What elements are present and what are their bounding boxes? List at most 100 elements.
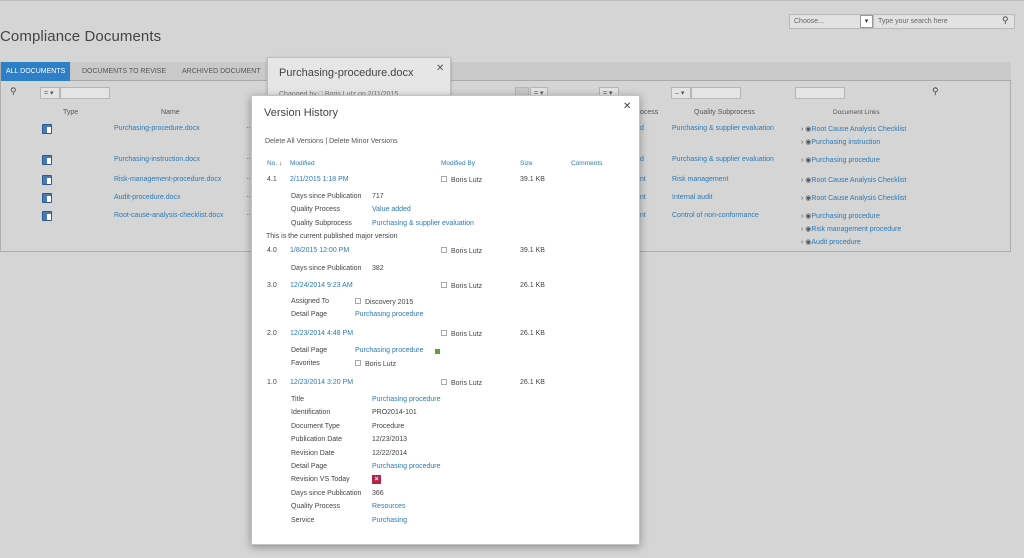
quality-process-link[interactable]: nt <box>640 194 646 201</box>
document-name-link[interactable]: Purchasing-procedure.docx <box>114 125 200 132</box>
tab-archived-documents[interactable]: ARCHIVED DOCUMENT <box>177 62 266 81</box>
column-header-quality-subprocess[interactable]: Quality Subprocess <box>694 109 755 116</box>
header-size[interactable]: Size <box>520 160 533 167</box>
property-value[interactable]: Purchasing procedure <box>355 347 424 354</box>
document-name-link[interactable]: Audit-procedure.docx <box>114 194 181 201</box>
column-header-quality-process[interactable]: ocess <box>640 109 658 116</box>
modified-by-name[interactable]: Boris Lutz <box>451 248 482 255</box>
search-icon[interactable]: ⚲ <box>932 86 939 97</box>
page-title: Compliance Documents <box>0 28 162 45</box>
property-label: Title <box>291 396 304 403</box>
quality-process-link[interactable]: nt <box>640 212 646 219</box>
quality-subprocess-link[interactable]: Risk management <box>672 176 728 183</box>
filter-input[interactable] <box>60 87 110 99</box>
document-link-label[interactable]: Risk management procedure <box>811 226 901 233</box>
column-header-name[interactable]: Name <box>161 109 180 116</box>
delete-all-versions-link[interactable]: Delete All Versions <box>265 138 323 145</box>
property-value[interactable]: Discovery 2015 <box>365 299 413 306</box>
user-presence-icon <box>355 360 361 366</box>
property-label: Quality Process <box>291 503 341 510</box>
version-date-link[interactable]: 2/11/2015 1:18 PM <box>290 176 349 183</box>
column-header-type[interactable]: Type <box>63 109 78 116</box>
property-value[interactable]: Purchasing procedure <box>355 311 424 318</box>
search-input[interactable]: Type your search here <box>873 14 1015 29</box>
delete-minor-versions-link[interactable]: Delete Minor Versions <box>329 138 397 145</box>
version-date-link[interactable]: 12/24/2014 9:23 AM <box>290 282 353 289</box>
property-value[interactable]: Purchasing & supplier evaluation <box>372 220 474 227</box>
column-header-document-links[interactable]: Document Links <box>833 109 880 116</box>
tab-documents-to-revise[interactable]: DOCUMENTS TO REVISE <box>77 62 171 81</box>
word-document-icon[interactable] <box>42 193 52 203</box>
header-modified-by[interactable]: Modified By <box>441 160 475 167</box>
version-date-link[interactable]: 12/23/2014 4:48 PM <box>290 330 353 337</box>
document-link-item[interactable]: › ◉Root Cause Analysis Checklist <box>801 194 906 202</box>
document-link-label[interactable]: Root Cause Analysis Checklist <box>811 126 906 133</box>
filter-input[interactable] <box>691 87 741 99</box>
quality-subprocess-link[interactable]: Control of non-conformance <box>672 212 759 219</box>
document-name-link[interactable]: Root-cause-analysis-checklist.docx <box>114 212 223 219</box>
document-link-label[interactable]: Audit procedure <box>811 239 860 246</box>
property-label: Identification <box>291 409 331 416</box>
version-date-link[interactable]: 12/23/2014 3:20 PM <box>290 379 353 386</box>
word-document-icon[interactable] <box>42 211 52 221</box>
document-link-item[interactable]: ‹ ◉Audit procedure <box>801 238 861 246</box>
close-icon[interactable]: ✕ <box>436 63 444 74</box>
property-value[interactable]: Purchasing procedure <box>372 463 441 470</box>
word-document-icon[interactable] <box>42 155 52 165</box>
document-link-item[interactable]: › ◉Root Cause Analysis Checklist <box>801 176 906 184</box>
user-presence-icon <box>441 282 447 288</box>
property-value: PRO2014-101 <box>372 409 417 416</box>
document-link-label[interactable]: Root Cause Analysis Checklist <box>811 195 906 202</box>
document-link-label[interactable]: Purchasing instruction <box>811 139 880 146</box>
modified-by-name[interactable]: Boris Lutz <box>451 380 482 387</box>
tab-all-documents[interactable]: ALL DOCUMENTS <box>1 62 71 81</box>
property-value: 12/22/2014 <box>372 450 408 457</box>
document-link-label[interactable]: Purchasing procedure <box>811 213 880 220</box>
quality-subprocess-link[interactable]: Internal audit <box>672 194 712 201</box>
quality-subprocess-link[interactable]: Purchasing & supplier evaluation <box>672 125 774 132</box>
word-document-icon[interactable] <box>42 175 52 185</box>
document-link-item[interactable]: ‹ ◉Risk management procedure <box>801 225 901 233</box>
close-icon[interactable]: ✕ <box>623 101 631 112</box>
property-value[interactable]: Resources <box>372 503 405 510</box>
property-value: 366 <box>372 490 384 497</box>
property-label: Assigned To <box>291 298 330 305</box>
filter-input[interactable] <box>795 87 845 99</box>
modified-by-name[interactable]: Boris Lutz <box>451 177 482 184</box>
document-link-label[interactable]: Purchasing procedure <box>811 157 880 164</box>
header-modified[interactable]: Modified <box>290 160 315 167</box>
document-link-label[interactable]: Root Cause Analysis Checklist <box>811 177 906 184</box>
property-label: Service <box>291 517 315 524</box>
chevron-down-icon[interactable]: ▾ <box>860 15 873 28</box>
search-icon[interactable]: ⚲ <box>10 86 17 97</box>
quality-subprocess-link[interactable]: Purchasing & supplier evaluation <box>672 156 774 163</box>
header-comments[interactable]: Comments <box>571 160 602 167</box>
property-value[interactable]: Value added <box>372 206 411 213</box>
search-icon[interactable]: ⚲ <box>1002 15 1009 26</box>
quality-process-link[interactable]: d <box>640 156 644 163</box>
document-link-item[interactable]: › ◉Purchasing instruction <box>801 138 880 146</box>
quality-process-link[interactable]: nt <box>640 176 646 183</box>
user-presence-icon <box>441 247 447 253</box>
document-name-link[interactable]: Risk-management-procedure.docx <box>114 176 221 183</box>
property-label: Days since Publication <box>291 490 362 497</box>
word-document-icon[interactable] <box>42 124 52 134</box>
document-link-item[interactable]: › ◉Purchasing procedure <box>801 212 880 220</box>
filter-operator[interactable]: = ▾ <box>40 87 60 99</box>
property-value[interactable]: Purchasing <box>372 517 407 524</box>
document-link-item[interactable]: › ◉Root Cause Analysis Checklist <box>801 125 906 133</box>
document-name-link[interactable]: Purchasing-instruction.docx <box>114 156 200 163</box>
document-link-item[interactable]: › ◉Purchasing procedure <box>801 156 880 164</box>
user-presence-icon <box>355 298 361 304</box>
new-item-icon <box>435 349 440 354</box>
modified-by-name[interactable]: Boris Lutz <box>451 331 482 338</box>
filter-operator[interactable]: – ▾ <box>671 87 691 99</box>
version-date-link[interactable]: 1/8/2015 12:00 PM <box>290 247 349 254</box>
quality-process-link[interactable]: d <box>640 125 644 132</box>
property-value[interactable]: Boris Lutz <box>365 361 396 368</box>
property-label: Quality Process <box>291 206 341 213</box>
header-no[interactable]: No. ↓ <box>267 160 282 167</box>
property-label: Detail Page <box>291 347 328 354</box>
modified-by-name[interactable]: Boris Lutz <box>451 283 482 290</box>
property-value[interactable]: Purchasing procedure <box>372 396 441 403</box>
